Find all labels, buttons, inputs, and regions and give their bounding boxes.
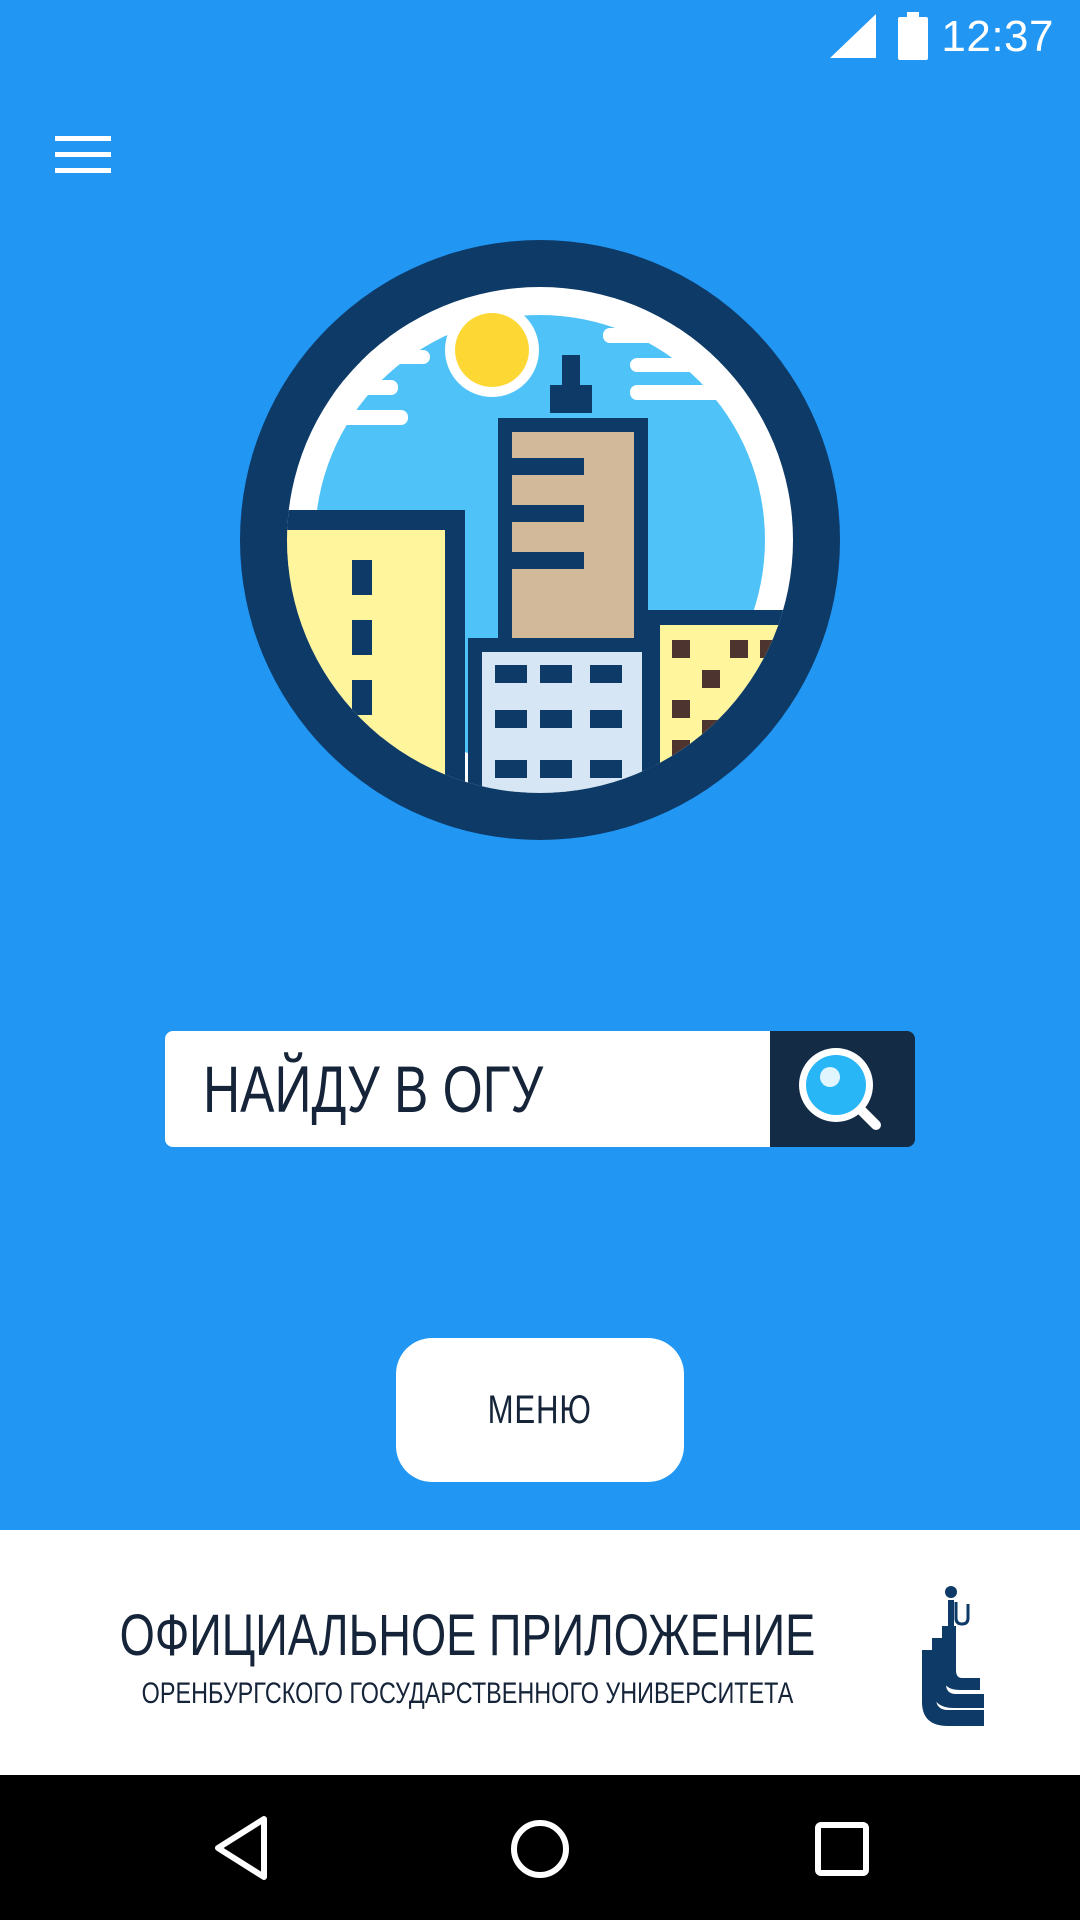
search-text: НАЙДУ В ОГУ <box>203 1052 544 1126</box>
menu-button-label: МЕНЮ <box>488 1387 592 1432</box>
footer-subtitle: ОРЕНБУРГСКОГО ГОСУДАРСТВЕННОГО УНИВЕРСИТ… <box>141 1677 794 1710</box>
footer-title: ОФИЦИАЛЬНОЕ ПРИЛОЖЕНИЕ <box>119 1603 816 1668</box>
signal-icon <box>830 14 876 58</box>
search-button[interactable] <box>770 1031 915 1147</box>
home-icon[interactable] <box>508 1817 572 1881</box>
search-bar: НАЙДУ В ОГУ <box>165 1031 915 1147</box>
battery-icon <box>898 12 928 60</box>
back-icon[interactable] <box>212 1815 272 1881</box>
search-input[interactable]: НАЙДУ В ОГУ <box>165 1031 770 1147</box>
status-bar: 12:37 <box>0 0 1080 75</box>
navigation-bar <box>0 1775 1080 1920</box>
recents-icon[interactable] <box>814 1821 870 1877</box>
status-time: 12:37 <box>941 12 1054 61</box>
city-buildings-logo <box>240 240 840 840</box>
menu-button[interactable]: МЕНЮ <box>396 1338 684 1482</box>
footer-banner: ОФИЦИАЛЬНОЕ ПРИЛОЖЕНИЕ ОРЕНБУРГСКОГО ГОС… <box>0 1530 1080 1775</box>
search-icon <box>799 1048 881 1130</box>
hamburger-menu-icon[interactable] <box>55 132 113 176</box>
osu-university-logo <box>922 1586 984 1726</box>
